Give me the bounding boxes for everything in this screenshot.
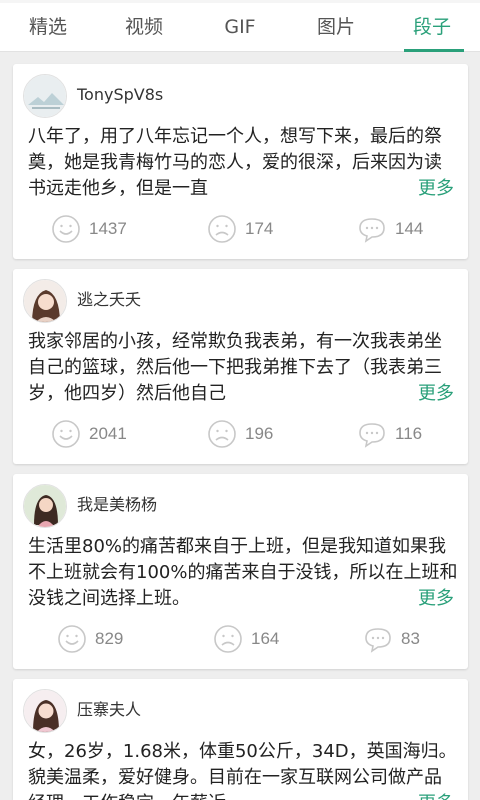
comment-stat[interactable]: 116 [357,419,422,449]
username[interactable]: 我是美杨杨 [77,494,157,516]
post-card[interactable]: 压寨夫人 女，26岁，1.68米，体重50公斤，34D，英国海归。貌美温柔，爱好… [13,679,468,800]
more-link[interactable]: 更多 [378,176,454,202]
comment-bubble-icon [357,214,387,244]
sad-face-icon [207,419,237,449]
post-card[interactable]: 逃之夭夭 我家邻居的小孩，经常欺负我表弟，有一次我表弟坐自己的篮球，然后他一下把… [13,269,468,464]
more-link[interactable]: 更多 [378,586,454,612]
comment-count: 116 [395,424,423,443]
tab-featured[interactable]: 精选 [0,12,96,42]
girl-avatar-icon[interactable] [23,484,67,528]
active-tab-indicator [404,49,464,52]
comment-count: 83 [401,629,420,648]
like-count: 2041 [89,424,127,443]
dislike-stat[interactable]: 196 [207,419,273,449]
comment-stat[interactable]: 144 [357,214,423,244]
like-stat[interactable]: 1437 [51,214,127,244]
like-count: 829 [95,629,124,648]
dislike-count: 196 [245,424,274,443]
username[interactable]: TonySpV8s [77,84,163,106]
status-strip [0,0,480,3]
tab-images[interactable]: 图片 [288,12,384,42]
dislike-count: 174 [245,219,274,238]
dislike-stat[interactable]: 174 [207,214,273,244]
girl-avatar-icon[interactable] [23,279,67,323]
smile-icon [51,214,81,244]
smile-icon [57,624,87,654]
more-link[interactable]: 更多 [378,381,454,407]
post-card[interactable]: 我是美杨杨 生活里80%的痛苦都来自于上班，但是我知道如果我不上班就会有100%… [13,474,468,669]
comment-count: 144 [395,219,424,238]
comment-bubble-icon [357,419,387,449]
like-count: 1437 [89,219,127,238]
smile-icon [51,419,81,449]
tab-jokes[interactable]: 段子 [384,12,480,42]
dislike-stat[interactable]: 164 [213,624,279,654]
comment-stat[interactable]: 83 [363,624,420,654]
tab-gif[interactable]: GIF [192,12,288,42]
more-link[interactable]: 更多 [378,791,454,800]
sad-face-icon [213,624,243,654]
username[interactable]: 逃之夭夭 [77,289,141,311]
tab-video[interactable]: 视频 [96,12,192,42]
landscape-avatar-icon[interactable] [23,74,67,118]
sad-face-icon [207,214,237,244]
girl-avatar-icon[interactable] [23,689,67,733]
dislike-count: 164 [251,629,280,648]
comment-bubble-icon [363,624,393,654]
post-card[interactable]: TonySpV8s 八年了，用了八年忘记一个人，想写下来，最后的祭奠，她是我青梅… [13,64,468,259]
like-stat[interactable]: 829 [57,624,123,654]
like-stat[interactable]: 2041 [51,419,127,449]
tab-bar: 精选 视频 GIF 图片 段子 [0,0,480,52]
username[interactable]: 压寨夫人 [77,699,141,721]
